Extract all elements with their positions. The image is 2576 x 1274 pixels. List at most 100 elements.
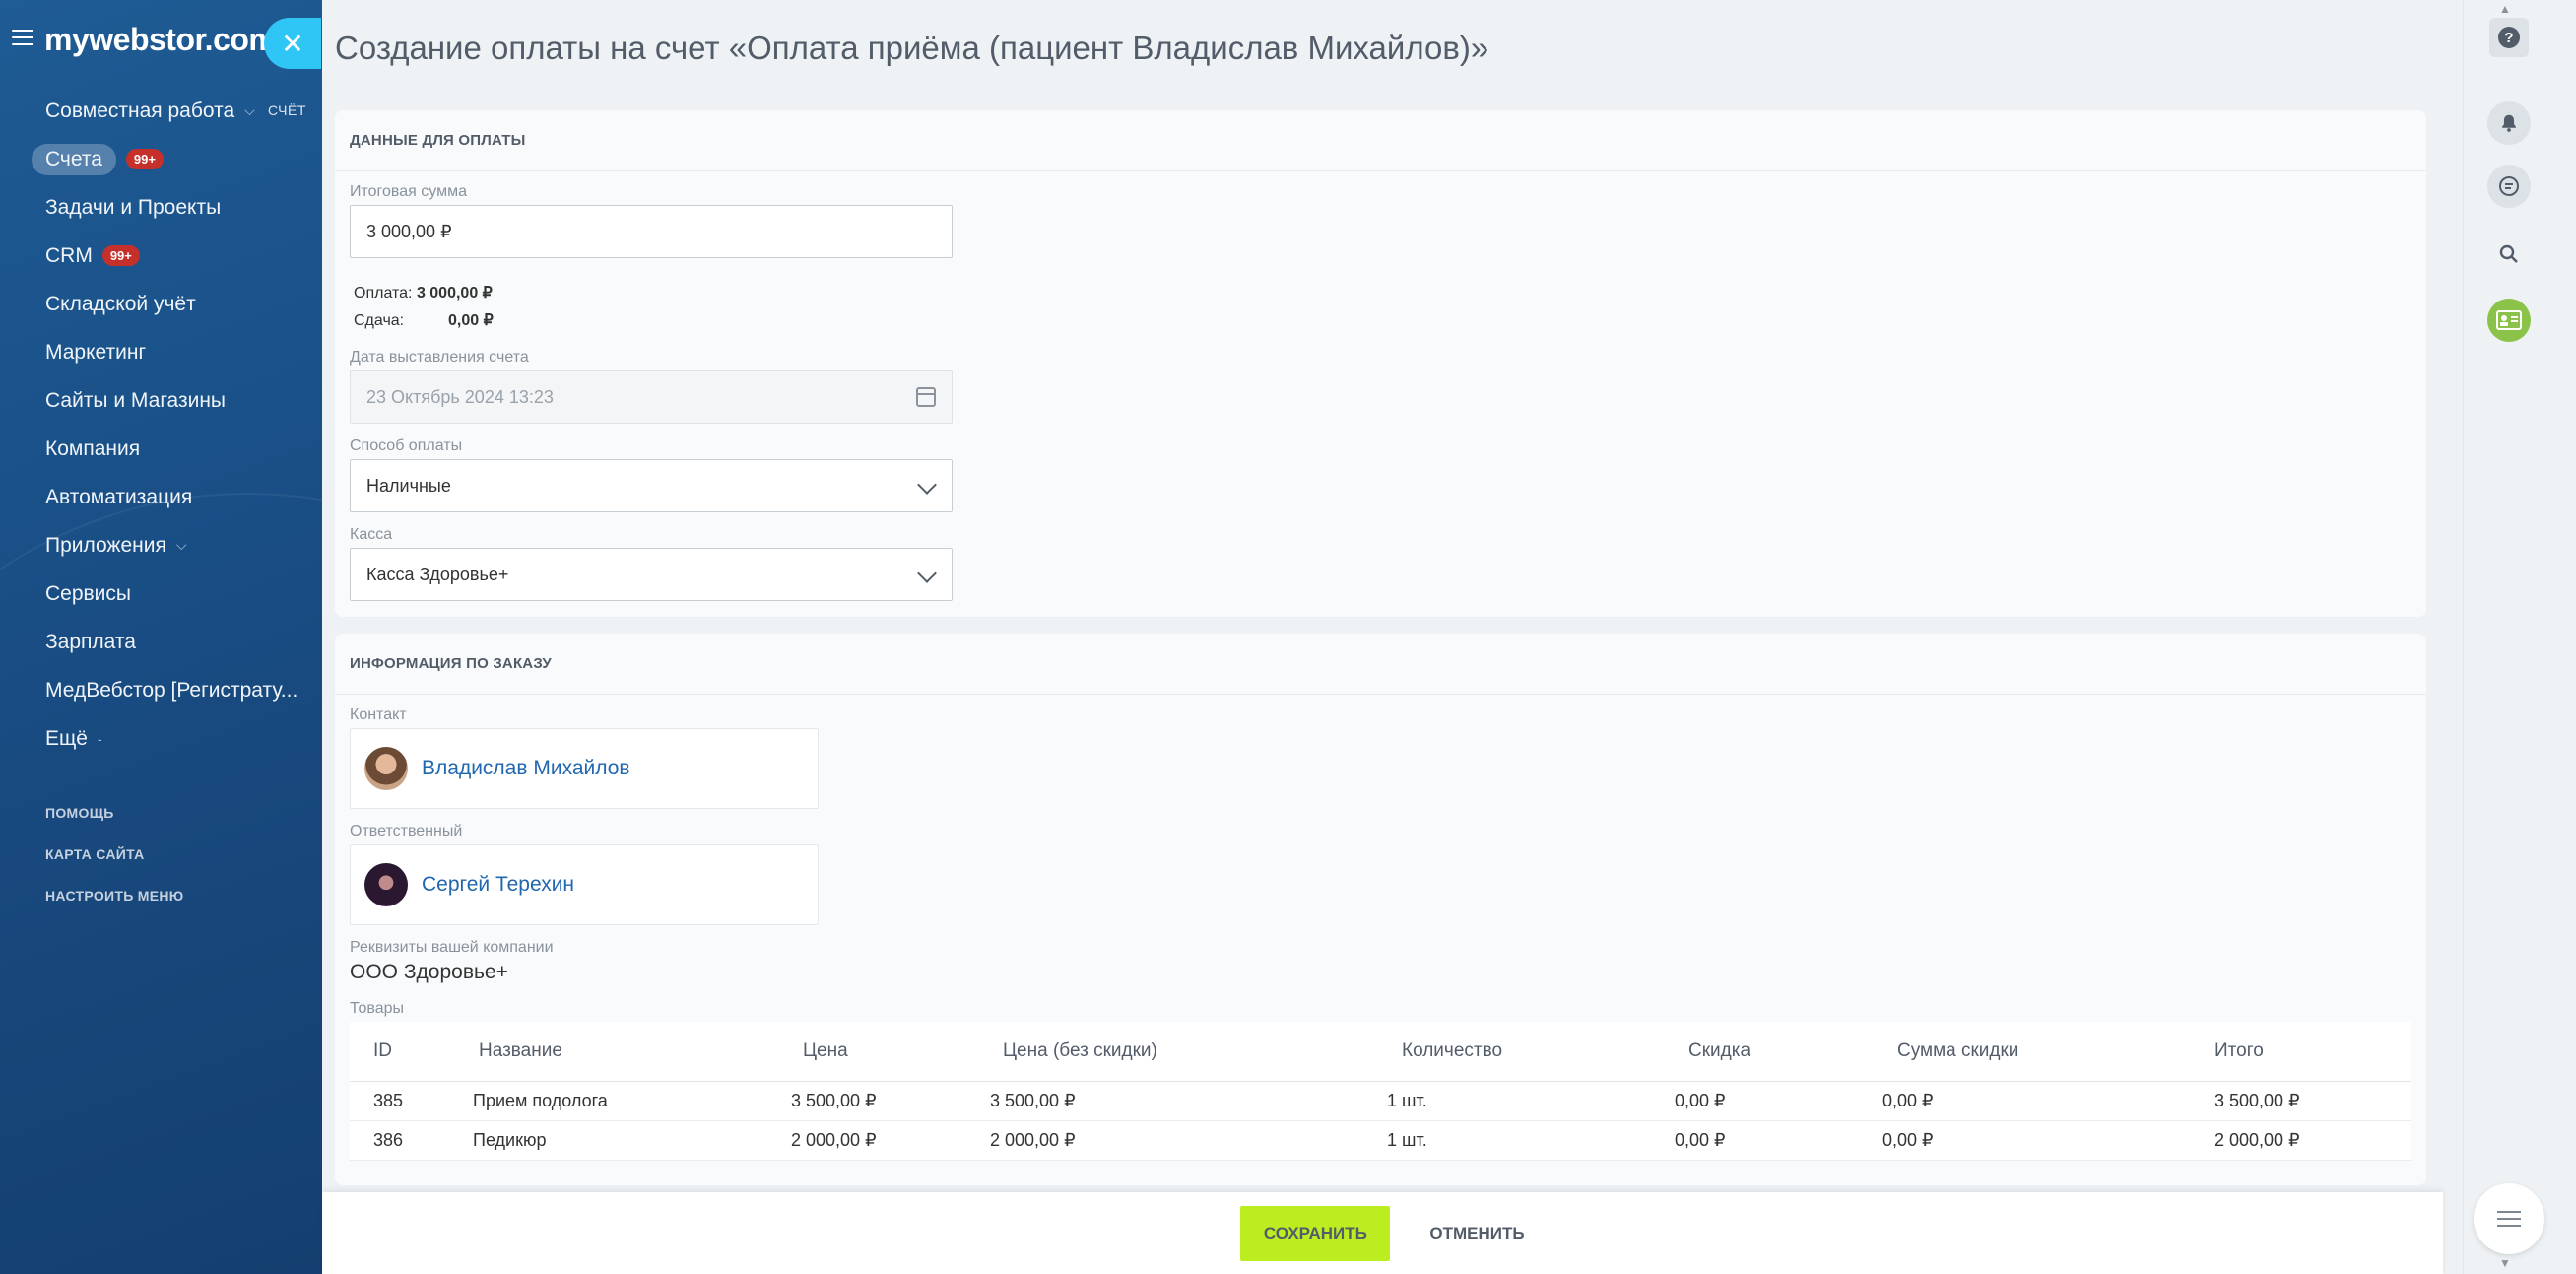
total-amount-input[interactable]: 3 000,00 ₽: [350, 205, 953, 258]
menu-item-services[interactable]: Сервисы: [30, 570, 315, 618]
menu-item-medwebstor[interactable]: МедВебстор [Регистрату...: [30, 666, 315, 714]
cell-discount-sum: 0,00 ₽: [1882, 1081, 2214, 1121]
cancel-button[interactable]: ОТМЕНИТЬ: [1429, 1224, 1524, 1243]
cell-price-no-discount: 3 500,00 ₽: [990, 1081, 1387, 1121]
sitemap-link[interactable]: КАРТА САЙТА: [45, 841, 184, 883]
contact-card-icon: [2496, 310, 2522, 330]
save-button[interactable]: СОХРАНИТЬ: [1240, 1205, 1391, 1261]
calendar-icon: [916, 387, 936, 407]
section-title: ИНФОРМАЦИЯ ПО ЗАКАЗУ: [335, 634, 2426, 695]
payment-data-card: ДАННЫЕ ДЛЯ ОПЛАТЫ Итоговая сумма 3 000,0…: [335, 110, 2426, 617]
company-value: ООО Здоровье+: [350, 961, 508, 983]
help-button[interactable]: ?: [2489, 18, 2529, 57]
table-row: 386 Педикюр 2 000,00 ₽ 2 000,00 ₽ 1 шт. …: [350, 1120, 2411, 1161]
menu-item-automation[interactable]: Автоматизация: [30, 473, 315, 521]
sidebar-submenu: ПОМОЩЬ КАРТА САЙТА НАСТРОИТЬ МЕНЮ: [45, 800, 184, 924]
cell-name: Прием подолога: [473, 1081, 791, 1121]
counter-badge: 99+: [125, 149, 164, 169]
notifications-button[interactable]: [2487, 101, 2531, 145]
cell-id: 385: [350, 1081, 473, 1121]
section-title: ДАННЫЕ ДЛЯ ОПЛАТЫ: [335, 110, 2426, 171]
scroll-down-arrow[interactable]: ▼: [2499, 1256, 2511, 1270]
main-menu: Совместная работа ⌵ Счета 99+ Задачи и Про…: [30, 87, 315, 763]
cell-quantity: 1 шт.: [1387, 1120, 1675, 1161]
close-slider-button[interactable]: ✕: [264, 18, 321, 69]
menu-item-marketing[interactable]: Маркетинг: [30, 328, 315, 376]
contact-name-link[interactable]: Владислав Михайлов: [422, 757, 630, 780]
cashbox-label: Касса: [350, 526, 393, 543]
col-price-no-discount: Цена (без скидки): [990, 1022, 1387, 1082]
scroll-up-arrow[interactable]: ▲: [2499, 2, 2511, 16]
payment-method-label: Способ оплаты: [350, 437, 463, 454]
responsible-card: Сергей Терехин: [350, 844, 819, 925]
menu-item-inventory[interactable]: Складской учёт: [30, 280, 315, 328]
order-info-card: ИНФОРМАЦИЯ ПО ЗАКАЗУ Контакт Владислав М…: [335, 634, 2426, 1185]
avatar: [364, 863, 408, 906]
payment-summary: Оплата: 3 000,00 ₽ Сдача: 0,00 ₽: [354, 280, 2411, 335]
contact-label: Контакт: [350, 706, 407, 723]
cell-discount: 0,00 ₽: [1675, 1081, 1882, 1121]
col-name: Название: [473, 1022, 791, 1082]
contact-card: Владислав Михайлов: [350, 728, 819, 809]
menu-item-tasks[interactable]: Задачи и Проекты: [30, 183, 315, 232]
search-button[interactable]: [2487, 233, 2531, 276]
payment-method-select[interactable]: Наличные: [350, 459, 953, 512]
paid-value: 3 000,00 ₽: [416, 285, 493, 302]
counter-badge: 99+: [101, 245, 140, 266]
chat-button[interactable]: [2487, 165, 2531, 208]
cashbox-select[interactable]: Касса Здоровье+: [350, 548, 953, 601]
col-id: ID: [350, 1022, 473, 1082]
left-sidebar: mywebstor.com Совместная работа ⌵ Счета 99…: [0, 0, 322, 1274]
change-value: 0,00 ₽: [448, 312, 494, 329]
cell-price: 2 000,00 ₽: [791, 1120, 990, 1161]
close-icon: ✕: [281, 28, 304, 59]
menu-item-company[interactable]: Компания: [30, 425, 315, 473]
chevron-down-icon: [917, 564, 937, 583]
responsible-name-link[interactable]: Сергей Терехин: [422, 873, 574, 897]
col-discount: Скидка: [1675, 1022, 1882, 1082]
change-label: Сдача:: [354, 312, 405, 329]
configure-menu-link[interactable]: НАСТРОИТЬ МЕНЮ: [45, 883, 184, 924]
menu-item-crm[interactable]: CRM 99+: [30, 232, 315, 280]
list-button[interactable]: [2474, 1183, 2544, 1254]
help-link[interactable]: ПОМОЩЬ: [45, 800, 184, 841]
list-icon: [2497, 1211, 2521, 1227]
chevron-down-icon: -: [97, 730, 102, 747]
menu-item-more[interactable]: Ещё -: [30, 714, 315, 763]
col-quantity: Количество: [1387, 1022, 1675, 1082]
right-panel: ?: [2463, 0, 2576, 1274]
slider-label[interactable]: СЧЁТ: [268, 102, 306, 118]
col-total: Итого: [2214, 1022, 2411, 1082]
contact-center-button[interactable]: [2487, 299, 2531, 342]
menu-item-invoices[interactable]: Счета 99+: [30, 135, 315, 183]
goods-table: ID Название Цена Цена (без скидки) Колич…: [350, 1022, 2411, 1161]
chevron-down-icon: [917, 475, 937, 495]
page-title: Создание оплаты на счет «Оплата приёма (…: [335, 30, 1489, 66]
responsible-label: Ответственный: [350, 823, 463, 839]
bottom-action-bar: СОХРАНИТЬ ОТМЕНИТЬ: [322, 1192, 2443, 1274]
date-label: Дата выставления счета: [350, 349, 529, 366]
menu-burger-icon[interactable]: [12, 30, 33, 45]
menu-item-sites[interactable]: Сайты и Магазины: [30, 376, 315, 425]
chevron-down-icon: ⌵: [175, 537, 187, 553]
chat-icon: [2499, 176, 2519, 196]
cell-discount: 0,00 ₽: [1675, 1120, 1882, 1161]
chevron-down-icon: ⌵: [244, 102, 255, 118]
cell-id: 386: [350, 1120, 473, 1161]
table-row: 385 Прием подолога 3 500,00 ₽ 3 500,00 ₽…: [350, 1081, 2411, 1121]
cell-total: 2 000,00 ₽: [2214, 1120, 2411, 1161]
menu-item-apps[interactable]: Приложения ⌵: [30, 521, 315, 570]
cell-name: Педикюр: [473, 1120, 791, 1161]
table-header-row: ID Название Цена Цена (без скидки) Колич…: [350, 1022, 2411, 1082]
help-icon: ?: [2498, 27, 2520, 48]
paid-label: Оплата:: [354, 285, 413, 302]
cell-total: 3 500,00 ₽: [2214, 1081, 2411, 1121]
menu-item-salary[interactable]: Зарплата: [30, 618, 315, 666]
cell-discount-sum: 0,00 ₽: [1882, 1120, 2214, 1161]
col-discount-sum: Сумма скидки: [1882, 1022, 2214, 1082]
cell-quantity: 1 шт.: [1387, 1081, 1675, 1121]
invoice-date-field: 23 Октябрь 2024 13:23: [350, 370, 953, 424]
company-label: Реквизиты вашей компании: [350, 939, 554, 956]
cell-price-no-discount: 2 000,00 ₽: [990, 1120, 1387, 1161]
portal-logo[interactable]: mywebstor.com: [44, 22, 277, 58]
